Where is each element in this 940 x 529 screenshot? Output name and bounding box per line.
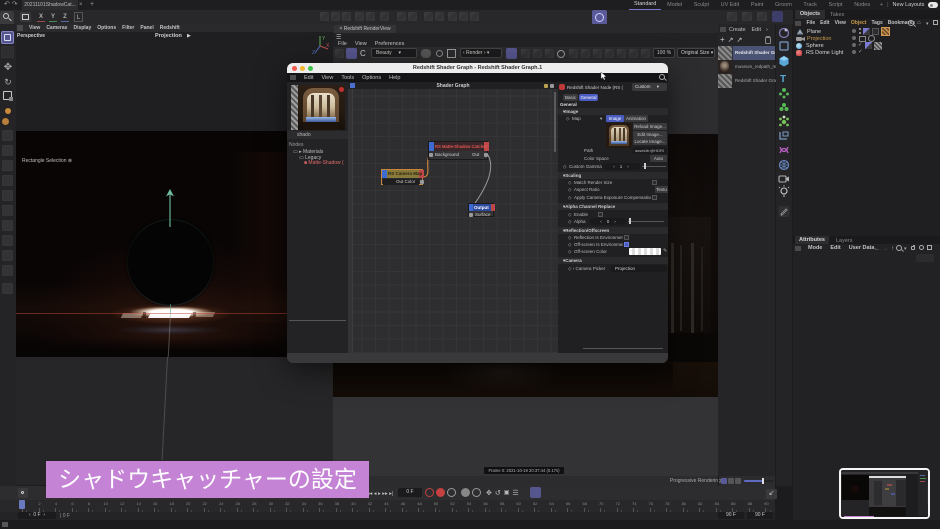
svg-text:X: X xyxy=(326,43,330,49)
svg-text:T: T xyxy=(780,74,786,85)
svg-text:Z: Z xyxy=(312,50,315,56)
svg-text:Y: Y xyxy=(322,36,326,42)
